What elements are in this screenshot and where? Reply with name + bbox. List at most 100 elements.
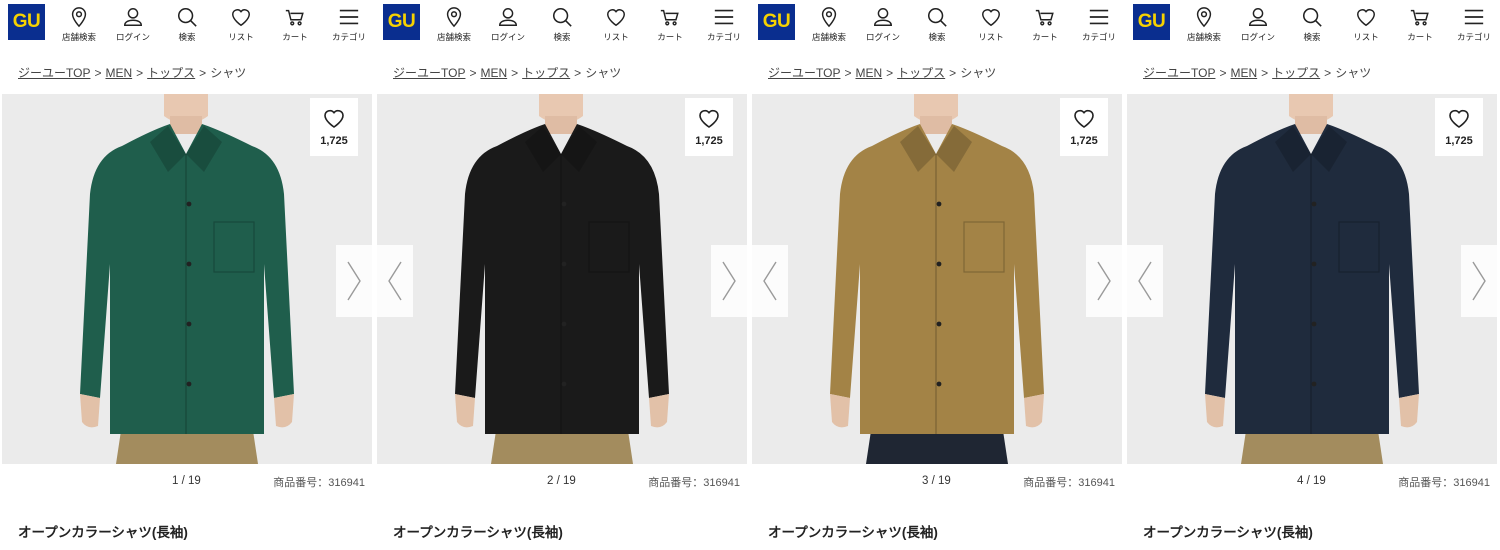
heart-icon bbox=[1074, 109, 1094, 128]
favorite-button[interactable]: 1,725 bbox=[310, 98, 358, 156]
image-counter: 3 / 19 bbox=[922, 475, 951, 487]
nav-search[interactable]: 検索 bbox=[535, 6, 589, 43]
favorite-button[interactable]: 1,725 bbox=[685, 98, 733, 156]
nav-cart[interactable]: カート bbox=[268, 6, 322, 43]
product-number: 商品番号：316941 bbox=[273, 477, 365, 489]
nav-search[interactable]: 検索 bbox=[1285, 6, 1339, 43]
heart-icon bbox=[232, 9, 250, 27]
user-icon bbox=[124, 8, 142, 26]
nav-category[interactable]: カテゴリ bbox=[1447, 6, 1500, 43]
product-panel: GU 店舗検索 ログイン 検索 リスト カート カテゴリ ジーユーTOP > M… bbox=[750, 0, 1125, 550]
favorite-count: 1,725 bbox=[320, 135, 348, 147]
nav-cart[interactable]: カート bbox=[1393, 6, 1447, 43]
favorite-button[interactable]: 1,725 bbox=[1435, 98, 1483, 156]
nav-label: リスト bbox=[978, 32, 1004, 42]
logo-text: GU bbox=[762, 11, 791, 32]
prev-image-button[interactable] bbox=[752, 245, 788, 317]
nav-login[interactable]: ログイン bbox=[856, 6, 910, 43]
heart-icon bbox=[1357, 9, 1375, 27]
gu-logo[interactable]: GU bbox=[758, 4, 795, 40]
location-pin-icon bbox=[446, 7, 462, 28]
breadcrumb-link-men[interactable]: MEN bbox=[855, 66, 882, 80]
breadcrumb-separator: > bbox=[199, 66, 207, 80]
next-image-button[interactable] bbox=[1461, 245, 1497, 317]
nav-store-search[interactable]: 店舗検索 bbox=[1177, 6, 1231, 43]
breadcrumb-link-top[interactable]: ジーユーTOP bbox=[393, 66, 465, 80]
image-counter: 1 / 19 bbox=[172, 475, 201, 487]
heart-icon bbox=[607, 9, 625, 27]
breadcrumb-separator: > bbox=[1324, 66, 1332, 80]
breadcrumb-link-men[interactable]: MEN bbox=[1230, 66, 1257, 80]
nav-store-search[interactable]: 店舗検索 bbox=[52, 6, 106, 43]
nav-list[interactable]: リスト bbox=[1339, 6, 1393, 43]
breadcrumb-link-tops[interactable]: トップス bbox=[522, 66, 570, 80]
next-image-button[interactable] bbox=[1086, 245, 1122, 317]
product-image[interactable]: 1,725 bbox=[1127, 94, 1497, 464]
product-number: 商品番号：316941 bbox=[1023, 477, 1115, 489]
chevron-left-icon bbox=[388, 261, 402, 301]
chevron-left-icon bbox=[763, 261, 777, 301]
site-header: GU 店舗検索 ログイン 検索 リスト カート カテゴリ bbox=[375, 0, 750, 44]
user-icon bbox=[874, 8, 892, 26]
nav-label: 検索 bbox=[178, 32, 196, 42]
site-header: GU 店舗検索 ログイン 検索 リスト カート カテゴリ bbox=[0, 0, 375, 44]
search-icon bbox=[552, 7, 572, 27]
gu-logo[interactable]: GU bbox=[1133, 4, 1170, 40]
heart-icon bbox=[1449, 109, 1469, 128]
header-nav: 店舗検索 ログイン 検索 リスト カート カテゴリ bbox=[427, 6, 750, 43]
nav-cart[interactable]: カート bbox=[643, 6, 697, 43]
nav-label: カテゴリ bbox=[706, 32, 741, 42]
breadcrumb-link-tops[interactable]: トップス bbox=[897, 66, 945, 80]
breadcrumb-link-men[interactable]: MEN bbox=[480, 66, 507, 80]
header-nav: 店舗検索 ログイン 検索 リスト カート カテゴリ bbox=[52, 6, 375, 43]
breadcrumb: ジーユーTOP > MEN > トップス > シャツ bbox=[18, 64, 246, 81]
nav-category[interactable]: カテゴリ bbox=[322, 6, 375, 43]
breadcrumb-link-tops[interactable]: トップス bbox=[1272, 66, 1320, 80]
nav-list[interactable]: リスト bbox=[589, 6, 643, 43]
nav-login[interactable]: ログイン bbox=[481, 6, 535, 43]
user-icon bbox=[1249, 8, 1267, 26]
breadcrumb-separator: > bbox=[1219, 66, 1227, 80]
nav-list[interactable]: リスト bbox=[964, 6, 1018, 43]
product-image[interactable]: 1,725 bbox=[2, 94, 372, 464]
breadcrumb-link-top[interactable]: ジーユーTOP bbox=[18, 66, 90, 80]
nav-login[interactable]: ログイン bbox=[1231, 6, 1285, 43]
chevron-right-icon bbox=[1472, 261, 1486, 301]
nav-search[interactable]: 検索 bbox=[160, 6, 214, 43]
product-number: 商品番号：316941 bbox=[1398, 477, 1490, 489]
nav-search[interactable]: 検索 bbox=[910, 6, 964, 43]
prev-image-button[interactable] bbox=[377, 245, 413, 317]
nav-store-search[interactable]: 店舗検索 bbox=[802, 6, 856, 43]
image-counter: 2 / 19 bbox=[547, 475, 576, 487]
nav-cart[interactable]: カート bbox=[1018, 6, 1072, 43]
nav-list[interactable]: リスト bbox=[214, 6, 268, 43]
nav-store-search[interactable]: 店舗検索 bbox=[427, 6, 481, 43]
gu-logo[interactable]: GU bbox=[383, 4, 420, 40]
favorite-button[interactable]: 1,725 bbox=[1060, 98, 1108, 156]
breadcrumb-link-top[interactable]: ジーユーTOP bbox=[1143, 66, 1215, 80]
site-header: GU 店舗検索 ログイン 検索 リスト カート カテゴリ bbox=[750, 0, 1125, 44]
nav-login[interactable]: ログイン bbox=[106, 6, 160, 43]
gu-logo[interactable]: GU bbox=[8, 4, 45, 40]
user-icon bbox=[499, 8, 517, 26]
image-counter: 4 / 19 bbox=[1297, 475, 1326, 487]
product-image[interactable]: 1,725 bbox=[752, 94, 1122, 464]
menu-icon bbox=[1464, 9, 1484, 25]
breadcrumb: ジーユーTOP > MEN > トップス > シャツ bbox=[1143, 64, 1371, 81]
next-image-button[interactable] bbox=[336, 245, 372, 317]
product-image[interactable]: 1,725 bbox=[377, 94, 747, 464]
breadcrumb-separator: > bbox=[844, 66, 852, 80]
nav-category[interactable]: カテゴリ bbox=[697, 6, 750, 43]
nav-category[interactable]: カテゴリ bbox=[1072, 6, 1125, 43]
breadcrumb-link-tops[interactable]: トップス bbox=[147, 66, 195, 80]
cart-icon bbox=[1035, 9, 1054, 26]
prev-image-button[interactable] bbox=[1127, 245, 1163, 317]
cart-icon bbox=[660, 9, 679, 26]
chevron-right-icon bbox=[347, 261, 361, 301]
nav-label: カート bbox=[1032, 32, 1058, 42]
product-panel: GU 店舗検索 ログイン 検索 リスト カート カテゴリ ジーユーTOP > M… bbox=[1125, 0, 1500, 550]
breadcrumb-separator: > bbox=[136, 66, 144, 80]
breadcrumb-link-top[interactable]: ジーユーTOP bbox=[768, 66, 840, 80]
next-image-button[interactable] bbox=[711, 245, 747, 317]
breadcrumb-link-men[interactable]: MEN bbox=[105, 66, 132, 80]
